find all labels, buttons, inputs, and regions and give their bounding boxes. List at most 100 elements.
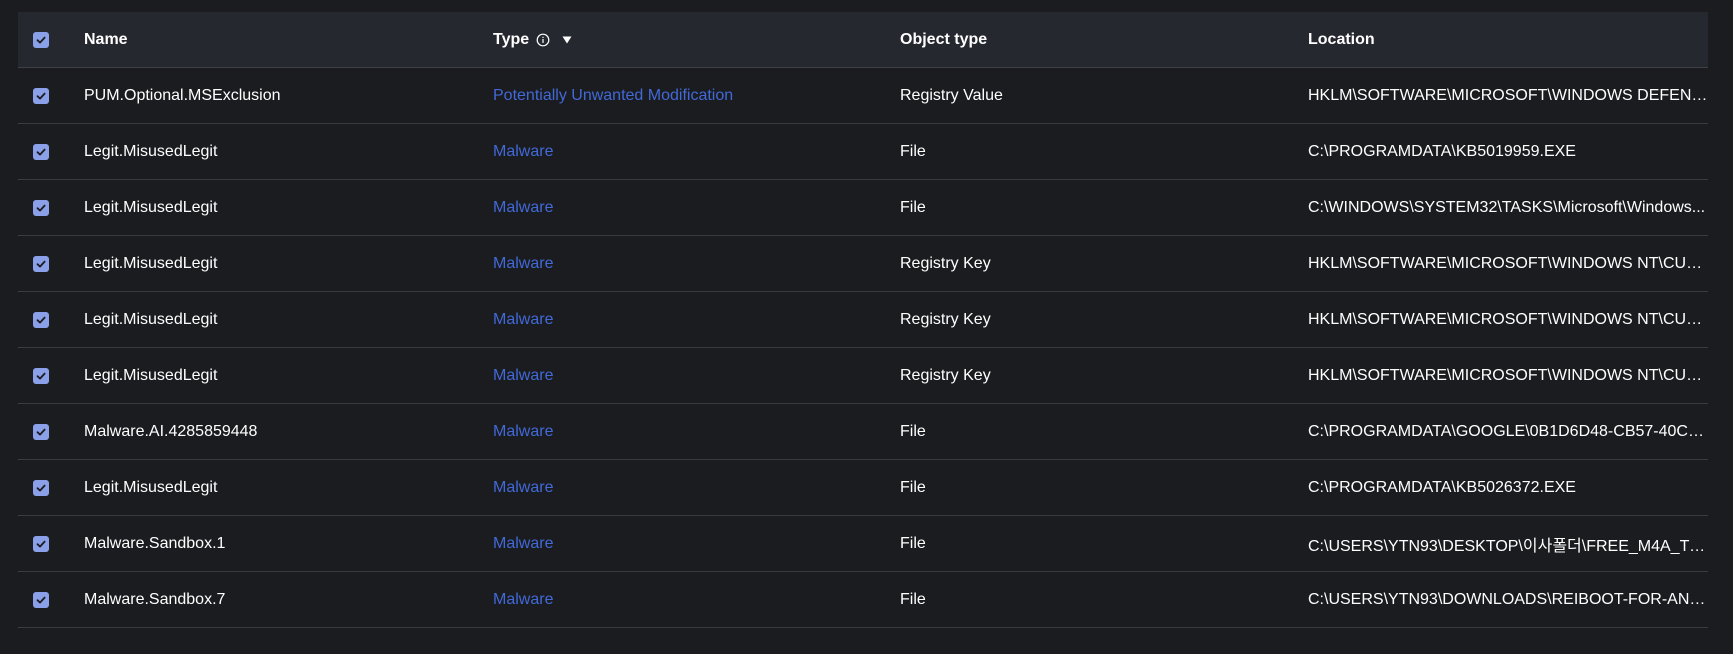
threats-table: Name Type Object type Location PUM.Optio…: [18, 12, 1708, 628]
threat-type-link[interactable]: Malware: [493, 535, 553, 553]
threat-type-link[interactable]: Malware: [493, 311, 553, 329]
cell-location: C:\PROGRAMDATA\GOOGLE\0B1D6D48-CB57-40C4…: [1308, 422, 1708, 440]
checkmark-icon: [36, 428, 46, 435]
cell-location: HKLM\SOFTWARE\MICROSOFT\WINDOWS NT\CURR.…: [1308, 310, 1708, 328]
row-checkbox-cell: [18, 311, 84, 328]
row-checkbox[interactable]: [33, 311, 49, 328]
cell-type: Malware: [493, 423, 900, 441]
cell-name: Legit.MisusedLegit: [84, 478, 218, 496]
threat-type-link[interactable]: Malware: [493, 143, 553, 161]
cell-type: Malware: [493, 143, 900, 161]
cell-name: Legit.MisusedLegit: [84, 366, 218, 384]
row-checkbox-cell: [18, 591, 84, 608]
row-checkbox-cell: [18, 535, 84, 552]
column-header-name[interactable]: Name: [84, 31, 493, 49]
row-checkbox[interactable]: [33, 367, 49, 384]
column-header-object-type[interactable]: Object type: [900, 31, 1308, 49]
checkmark-icon: [36, 148, 46, 155]
checkmark-icon: [36, 596, 46, 603]
cell-object-type: Registry Key: [900, 310, 991, 328]
table-row[interactable]: Legit.MisusedLegit Malware File C:\WINDOWS\…: [18, 180, 1708, 236]
column-header-type[interactable]: Type: [493, 31, 900, 49]
column-header-type-label: Type: [493, 30, 530, 48]
cell-type: Malware: [493, 311, 900, 329]
cell-location: C:\USERS\YTN93\DESKTOP\이사폴더\FREE_M4A_TO.…: [1308, 537, 1708, 555]
checkmark-icon: [36, 372, 46, 379]
row-checkbox[interactable]: [33, 479, 49, 496]
checkmark-icon: [36, 484, 46, 491]
cell-object-type: File: [900, 198, 926, 216]
threat-type-link[interactable]: Malware: [493, 479, 553, 497]
threat-type-link[interactable]: Malware: [493, 367, 553, 385]
cell-object-type: File: [900, 478, 926, 496]
threat-type-link[interactable]: Malware: [493, 255, 553, 273]
table-row[interactable]: Legit.MisusedLegit Malware File C:\PROGRAMD…: [18, 124, 1708, 180]
row-checkbox[interactable]: [33, 87, 49, 104]
row-checkbox[interactable]: [33, 591, 49, 608]
threat-type-link[interactable]: Malware: [493, 423, 553, 441]
table-header: Name Type Object type Location: [18, 12, 1708, 68]
table-row[interactable]: Malware.Sandbox.7 Malware File C:\USERS\YTN…: [18, 572, 1708, 628]
cell-location: HKLM\SOFTWARE\MICROSOFT\WINDOWS NT\CURR.…: [1308, 254, 1708, 272]
cell-name: Legit.MisusedLegit: [84, 310, 218, 328]
select-all-checkbox[interactable]: [33, 31, 49, 48]
checkmark-icon: [36, 260, 46, 267]
checkmark-icon: [36, 204, 46, 211]
sort-desc-icon[interactable]: [562, 35, 572, 45]
table-row[interactable]: Legit.MisusedLegit Malware File C:\PROGRAMD…: [18, 460, 1708, 516]
header-checkbox-cell: [18, 31, 84, 48]
cell-name: Malware.Sandbox.7: [84, 590, 226, 608]
cell-type: Malware: [493, 591, 900, 609]
row-checkbox[interactable]: [33, 199, 49, 216]
cell-object-type: Registry Value: [900, 86, 1003, 104]
row-checkbox-cell: [18, 423, 84, 440]
threat-type-link[interactable]: Malware: [493, 591, 553, 609]
cell-name: Legit.MisusedLegit: [84, 254, 218, 272]
cell-object-type: File: [900, 590, 926, 608]
cell-object-type: File: [900, 422, 926, 440]
threat-type-link[interactable]: Potentially Unwanted Modification: [493, 87, 733, 105]
cell-name: Malware.Sandbox.1: [84, 534, 226, 552]
cell-object-type: Registry Key: [900, 366, 991, 384]
row-checkbox[interactable]: [33, 535, 49, 552]
cell-name: PUM.Optional.MSExclusion: [84, 86, 281, 104]
cell-location: C:\USERS\YTN93\DOWNLOADS\REIBOOT-FOR-AND…: [1308, 590, 1708, 608]
cell-object-type: File: [900, 142, 926, 160]
row-checkbox-cell: [18, 87, 84, 104]
row-checkbox[interactable]: [33, 255, 49, 272]
checkmark-icon: [36, 36, 46, 43]
cell-location: HKLM\SOFTWARE\MICROSOFT\WINDOWS DEFENDE.…: [1308, 86, 1708, 104]
cell-type: Malware: [493, 367, 900, 385]
row-checkbox[interactable]: [33, 143, 49, 160]
cell-location: C:\PROGRAMDATA\KB5019959.EXE: [1308, 142, 1576, 160]
table-row[interactable]: Legit.MisusedLegit Malware Registry Key HKL…: [18, 348, 1708, 404]
table-row[interactable]: Legit.MisusedLegit Malware Registry Key HKL…: [18, 236, 1708, 292]
cell-object-type: File: [900, 534, 926, 552]
cell-type: Malware: [493, 255, 900, 273]
cell-object-type: Registry Key: [900, 254, 991, 272]
cell-type: Malware: [493, 199, 900, 217]
row-checkbox[interactable]: [33, 423, 49, 440]
table-row[interactable]: Legit.MisusedLegit Malware Registry Key HKL…: [18, 292, 1708, 348]
checkmark-icon: [36, 316, 46, 323]
cell-location: C:\PROGRAMDATA\KB5026372.EXE: [1308, 478, 1576, 496]
cell-name: Legit.MisusedLegit: [84, 198, 218, 216]
row-checkbox-cell: [18, 143, 84, 160]
column-header-location[interactable]: Location: [1308, 31, 1708, 49]
cell-name: Malware.AI.4285859448: [84, 422, 258, 440]
table-row[interactable]: Malware.AI.4285859448 Malware File C:\PROGR…: [18, 404, 1708, 460]
cell-location: HKLM\SOFTWARE\MICROSOFT\WINDOWS NT\CURR.…: [1308, 366, 1708, 384]
cell-type: Malware: [493, 535, 900, 553]
cell-type: Malware: [493, 479, 900, 497]
table-row[interactable]: Malware.Sandbox.1 Malware File C:\USERS\YTN…: [18, 516, 1708, 572]
cell-location: C:\WINDOWS\SYSTEM32\TASKS\Microsoft\Wind…: [1308, 198, 1706, 216]
row-checkbox-cell: [18, 367, 84, 384]
checkmark-icon: [36, 540, 46, 547]
table-row[interactable]: PUM.Optional.MSExclusion Potentially Unwa…: [18, 68, 1708, 124]
cell-type: Potentially Unwanted Modification: [493, 87, 900, 105]
info-icon[interactable]: [536, 33, 550, 47]
row-checkbox-cell: [18, 199, 84, 216]
threat-type-link[interactable]: Malware: [493, 199, 553, 217]
cell-name: Legit.MisusedLegit: [84, 142, 218, 160]
row-checkbox-cell: [18, 255, 84, 272]
